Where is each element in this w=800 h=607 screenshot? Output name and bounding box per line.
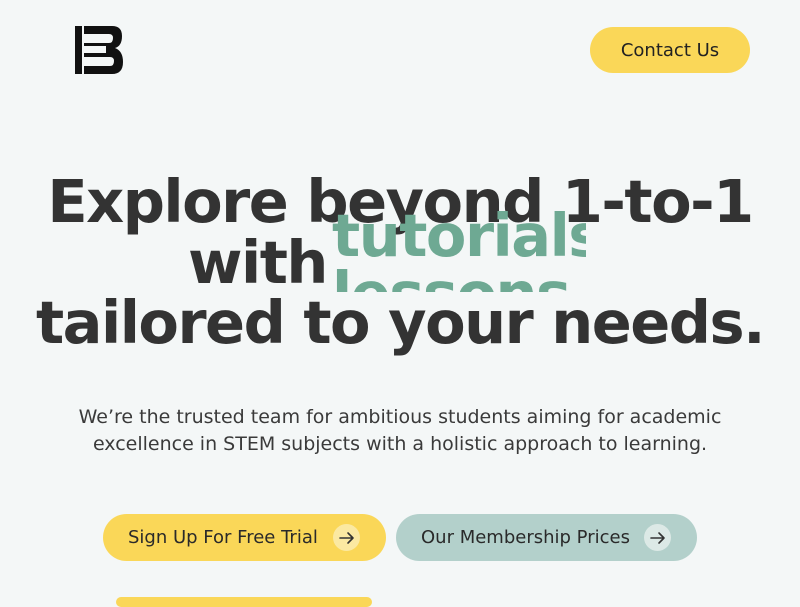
free-trial-button[interactable]: Sign Up For Free Trial: [103, 514, 386, 561]
membership-prices-button[interactable]: Our Membership Prices: [396, 514, 697, 561]
subtext-line-1: We’re the trusted team for ambitious stu…: [78, 406, 722, 428]
free-trial-label: Sign Up For Free Trial: [128, 527, 318, 548]
subtext-line-2: excellence in STEM subjects with a holis…: [92, 433, 708, 455]
arrow-right-icon: [333, 524, 360, 551]
contact-us-button[interactable]: Contact Us: [590, 27, 750, 73]
hero-line-3: tailored to your needs.: [35, 288, 766, 357]
hero-subtext: We’re the trusted team for ambitious stu…: [0, 404, 800, 458]
hero-line-2-prefix: with: [188, 228, 328, 297]
partially-visible-button[interactable]: [116, 597, 372, 607]
bb-logo-icon[interactable]: [75, 26, 123, 74]
rotating-word: tutorials: [332, 201, 586, 270]
membership-prices-label: Our Membership Prices: [421, 527, 630, 548]
rotating-word-container: tutorials lessons: [326, 200, 586, 292]
arrow-right-icon: [644, 524, 671, 551]
